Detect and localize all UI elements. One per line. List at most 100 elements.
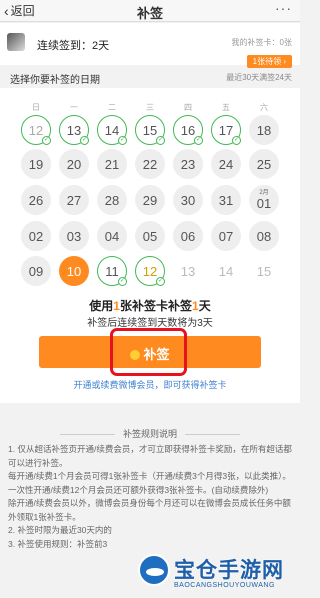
day-number: 10 [66, 263, 82, 279]
calendar-day[interactable]: 2月 01 [249, 185, 279, 215]
rule-item: 1. 仅从超话补签页开通/续费会员，才可立即获得补签卡奖励，在所有超话都可以进行… [8, 444, 292, 468]
watermark: 宝仓手游网 BAOCANGSHOUYOUWANG [138, 550, 300, 598]
weekday-label: 日 [32, 103, 40, 112]
page-title: 补签 [136, 6, 163, 21]
weekday-label: 二 [108, 103, 116, 112]
pending-cards-badge[interactable]: 1张待领 › [246, 55, 292, 68]
weekday-header: 日 一 二 三 四 五 六 [0, 102, 300, 114]
calendar-day[interactable]: 31 [211, 185, 241, 215]
calendar-day[interactable]: 24 [211, 149, 241, 179]
rule-item: 一次性开通/续费12个月会员还可额外获得3张补签卡。(自动续费除外) [8, 484, 269, 495]
day-number: 07 [218, 228, 234, 244]
vip-link[interactable]: 开通或续费微博会员，即可获得补签卡 [0, 378, 300, 391]
day-number: 14 [218, 263, 234, 279]
calendar-day-signed: 11 ✓ [97, 256, 127, 286]
calendar-day[interactable]: 03 [59, 221, 89, 251]
calendar-day[interactable]: 02 [21, 221, 51, 251]
day-number: 29 [142, 192, 158, 208]
day-number: 13 [180, 263, 196, 279]
recent-stats: 最近30天满签24天 [226, 73, 292, 82]
calendar-day-signed: 13 ✓ [59, 115, 89, 145]
day-number: 27 [66, 192, 82, 208]
day-number: 31 [218, 192, 234, 208]
watermark-subtitle: BAOCANGSHOUYOUWANG [174, 582, 275, 589]
streak-text: 连续签到：2天 [37, 40, 110, 52]
check-icon: ✓ [232, 136, 241, 145]
day-number: 16 [180, 122, 196, 138]
headline-text: 使用 [89, 299, 114, 313]
day-number: 21 [104, 156, 120, 172]
day-count: 1 [192, 299, 199, 313]
calendar-day[interactable]: 22 [135, 149, 165, 179]
calendar-day[interactable]: 30 [173, 185, 203, 215]
rule-item: 每开通/续费1个月会员可得1张补签卡（开通/续费3个月得3张，以此类推）。 [8, 471, 291, 481]
day-number: 11 [105, 263, 119, 279]
calendar-day-signed: 12 ✓ [135, 256, 165, 286]
check-icon: ✓ [118, 136, 127, 145]
day-number: 03 [66, 228, 82, 244]
day-number: 02 [28, 228, 44, 244]
calendar-day[interactable]: 06 [173, 221, 203, 251]
watermark-title: 宝仓手游网 [174, 559, 284, 582]
day-number: 12 [142, 263, 158, 279]
calendar-day[interactable]: 18 [249, 115, 279, 145]
calendar-day[interactable]: 21 [97, 149, 127, 179]
calendar-day[interactable]: 20 [59, 149, 89, 179]
calendar-day[interactable]: 26 [21, 185, 51, 215]
rule-item: 除开通/续费会员以外，微博会员身份每个月还可以在微博会员成长任务中额外领取1张补… [8, 498, 291, 522]
resign-headline: 使用1张补签卡补签1天 [0, 297, 300, 314]
calendar-day-signed: 17 ✓ [211, 115, 241, 145]
calendar-day[interactable]: 07 [211, 221, 241, 251]
calendar-day[interactable]: 09 [21, 256, 51, 286]
calendar-day-signed: 12 ✓ [21, 115, 51, 145]
check-icon: ✓ [42, 136, 51, 145]
calendar-day[interactable]: 05 [135, 221, 165, 251]
day-number: 19 [28, 156, 44, 172]
day-number: 13 [66, 122, 82, 138]
day-number: 25 [256, 156, 272, 172]
day-number: 01 [256, 196, 272, 211]
calendar-day[interactable]: 25 [249, 149, 279, 179]
headline-text: 天 [198, 299, 211, 313]
card-count: 1 [113, 299, 120, 313]
highlight-box [110, 328, 187, 376]
check-icon: ✓ [80, 136, 89, 145]
check-icon: ✓ [194, 136, 203, 145]
check-icon: ✓ [118, 277, 127, 286]
calendar-day-future: 14 [211, 256, 241, 286]
my-cards-text: 我的补签卡：0张 [231, 38, 292, 47]
calendar-day-future: 13 [173, 256, 203, 286]
weekday-label: 五 [222, 103, 230, 112]
calendar-day[interactable]: 08 [249, 221, 279, 251]
calendar-day-signed: 15 ✓ [135, 115, 165, 145]
weekday-label: 三 [146, 103, 154, 112]
calendar-day-signed: 14 ✓ [97, 115, 127, 145]
day-number: 18 [256, 122, 272, 138]
calendar-day-selected[interactable]: 10 [59, 256, 89, 286]
calendar-day-signed: 16 ✓ [173, 115, 203, 145]
calendar-day[interactable]: 28 [97, 185, 127, 215]
more-options-icon[interactable]: ··· [275, 0, 292, 16]
calendar-day[interactable]: 27 [59, 185, 89, 215]
day-number: 24 [218, 156, 234, 172]
resign-subline: 补签后连续签到天数将为3天 [87, 318, 213, 329]
calendar-day[interactable]: 19 [21, 149, 51, 179]
day-number: 30 [180, 192, 196, 208]
section-divider [0, 404, 300, 424]
calendar-day[interactable]: 23 [173, 149, 203, 179]
check-icon: ✓ [156, 277, 165, 286]
calendar-day[interactable]: 04 [97, 221, 127, 251]
day-number: 23 [180, 156, 196, 172]
day-number: 26 [28, 192, 44, 208]
headline-text: 张补签卡补签 [119, 299, 192, 313]
rules-list: 1. 仅从超话补签页开通/续费会员，才可立即获得补签卡奖励，在所有超话都可以进行… [8, 443, 296, 551]
rules-title: 补签规则说明 [0, 427, 300, 440]
calendar-day[interactable]: 29 [135, 185, 165, 215]
day-number: 06 [180, 228, 196, 244]
day-number: 20 [66, 156, 82, 172]
avatar [7, 33, 25, 51]
day-number: 09 [28, 263, 44, 279]
day-number: 15 [256, 263, 272, 279]
select-date-label: 选择你要补签的日期 [10, 75, 100, 86]
weekday-label: 一 [70, 103, 78, 112]
